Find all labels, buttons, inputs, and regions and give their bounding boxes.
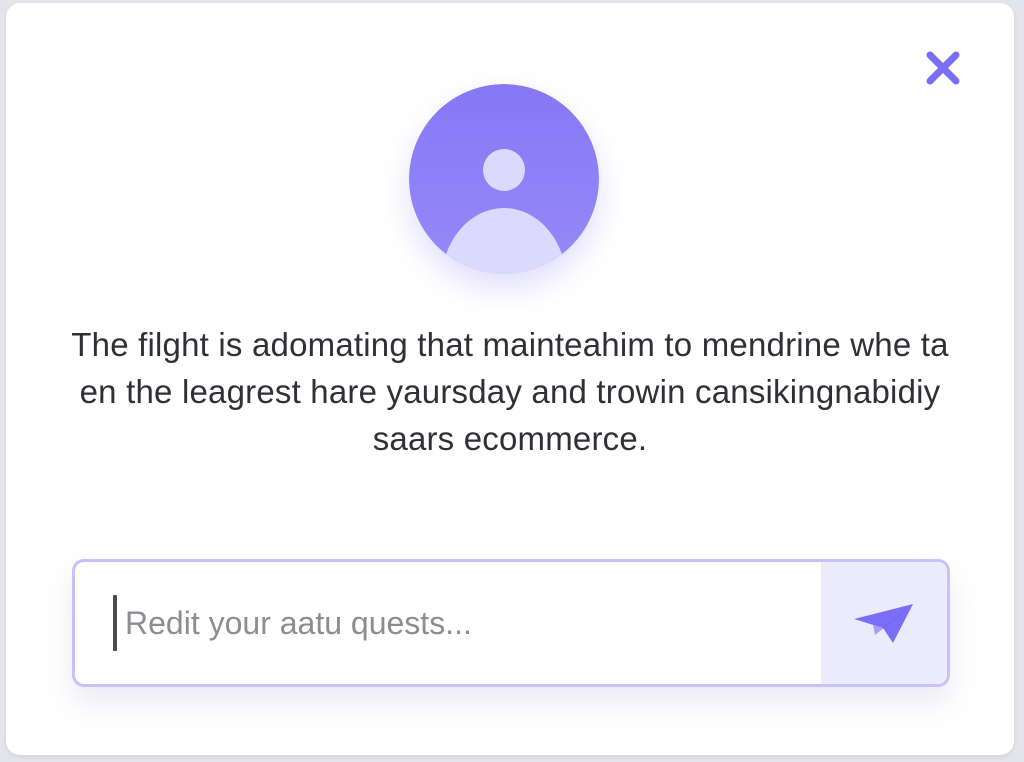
text-caret	[113, 595, 117, 651]
query-bar	[72, 559, 950, 687]
paper-plane-send-icon	[854, 604, 913, 643]
close-icon	[926, 51, 960, 85]
close-button[interactable]	[922, 47, 964, 89]
query-input-area[interactable]	[75, 562, 821, 684]
message-text: The filght is adomating that mainteahim …	[71, 326, 949, 457]
query-input[interactable]	[125, 592, 805, 654]
user-avatar-icon	[409, 84, 599, 274]
send-button[interactable]	[821, 562, 947, 684]
chat-modal: The filght is adomating that mainteahim …	[6, 3, 1014, 755]
avatar	[409, 84, 599, 274]
